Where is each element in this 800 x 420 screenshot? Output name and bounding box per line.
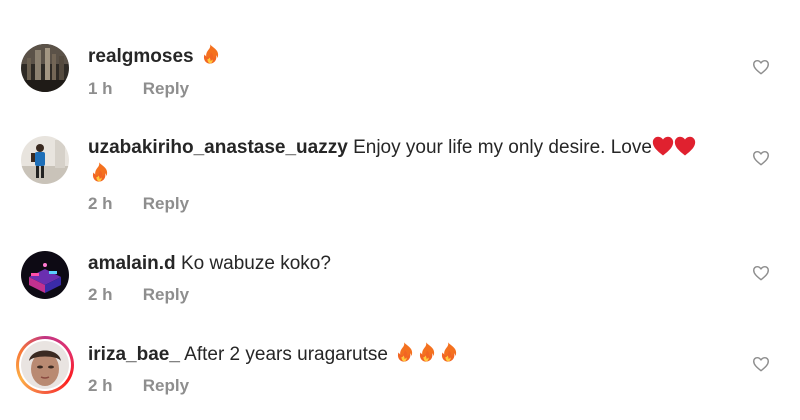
comment-timestamp: 1 h [88, 79, 113, 98]
like-heart-icon[interactable] [752, 265, 770, 281]
like-heart-icon[interactable] [752, 150, 770, 166]
avatar[interactable] [21, 136, 69, 184]
reply-button[interactable]: Reply [143, 376, 189, 395]
fire-emoji-icon [88, 161, 110, 183]
fire-emoji-icon [437, 341, 459, 363]
avatar-image [21, 44, 69, 92]
comment-text: amalain.d Ko wabuze koko? [88, 249, 331, 278]
comment-text: realgmoses [88, 42, 221, 71]
reply-button[interactable]: Reply [143, 285, 189, 304]
comment-username[interactable]: uzabakiriho_anastase_uazzy [88, 137, 348, 158]
red-heart-emoji-icon [674, 136, 696, 156]
like-heart-icon[interactable] [752, 59, 770, 75]
comment-username[interactable]: amalain.d [88, 253, 176, 274]
like-heart-icon[interactable] [752, 356, 770, 372]
comment-text-continued [88, 160, 110, 189]
avatar-image [21, 251, 69, 299]
comment-timestamp: 2 h [88, 376, 113, 395]
comment-body: After 2 years uragarutse [184, 344, 459, 365]
comment-meta: 1 h Reply [88, 79, 189, 99]
fire-emoji-icon [415, 341, 437, 363]
avatar-image [21, 341, 69, 389]
avatar-image [21, 136, 69, 184]
comment-body: Ko wabuze koko? [180, 253, 331, 274]
comment-meta: 2 h Reply [88, 376, 189, 396]
comment-text: iriza_bae_ After 2 years uragarutse [88, 340, 459, 369]
comment-meta: 2 h Reply [88, 194, 189, 214]
fire-emoji-icon [199, 43, 221, 65]
comment-meta: 2 h Reply [88, 285, 189, 305]
comment-username[interactable]: iriza_bae_ [88, 344, 180, 365]
red-heart-emoji-icon [652, 136, 674, 156]
comment-body [199, 46, 221, 67]
comment-timestamp: 2 h [88, 194, 113, 213]
story-ring[interactable] [16, 336, 74, 394]
comment-text: uzabakiriho_anastase_uazzy Enjoy your li… [88, 133, 696, 162]
avatar [21, 341, 69, 389]
comment-username[interactable]: realgmoses [88, 46, 194, 67]
reply-button[interactable]: Reply [143, 194, 189, 213]
comment-body: Enjoy your life my only desire. Love [353, 137, 696, 158]
comment-timestamp: 2 h [88, 285, 113, 304]
avatar[interactable] [21, 251, 69, 299]
avatar[interactable] [21, 44, 69, 92]
fire-emoji-icon [393, 341, 415, 363]
reply-button[interactable]: Reply [143, 79, 189, 98]
